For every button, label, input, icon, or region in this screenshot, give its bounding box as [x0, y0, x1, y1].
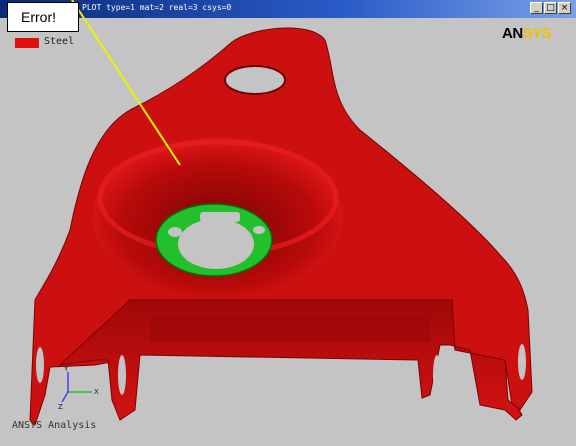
- legend-swatch: [15, 38, 39, 48]
- svg-text:Y: Y: [63, 365, 69, 373]
- analysis-title: ANSYS Analysis: [12, 420, 97, 431]
- logo-part-1: AN: [502, 25, 523, 42]
- legend-label: Steel: [44, 36, 75, 47]
- svg-text:Z: Z: [58, 403, 63, 411]
- svg-text:X: X: [94, 388, 99, 396]
- error-callout-text: Error!: [21, 9, 56, 25]
- ansys-logo: ANSYS: [502, 25, 552, 42]
- model-render: Y X Z: [29, 0, 533, 426]
- xyz-triad-icon: Y X Z: [58, 365, 99, 411]
- center-hole: [178, 219, 254, 269]
- ansys-graphics-window: PLOT type=1 mat=2 real=3 csys=0 _ □ × Y …: [0, 0, 576, 446]
- error-callout: Error!: [7, 2, 79, 32]
- mounting-hole-top: [224, 65, 286, 95]
- logo-part-2: SYS: [522, 25, 552, 42]
